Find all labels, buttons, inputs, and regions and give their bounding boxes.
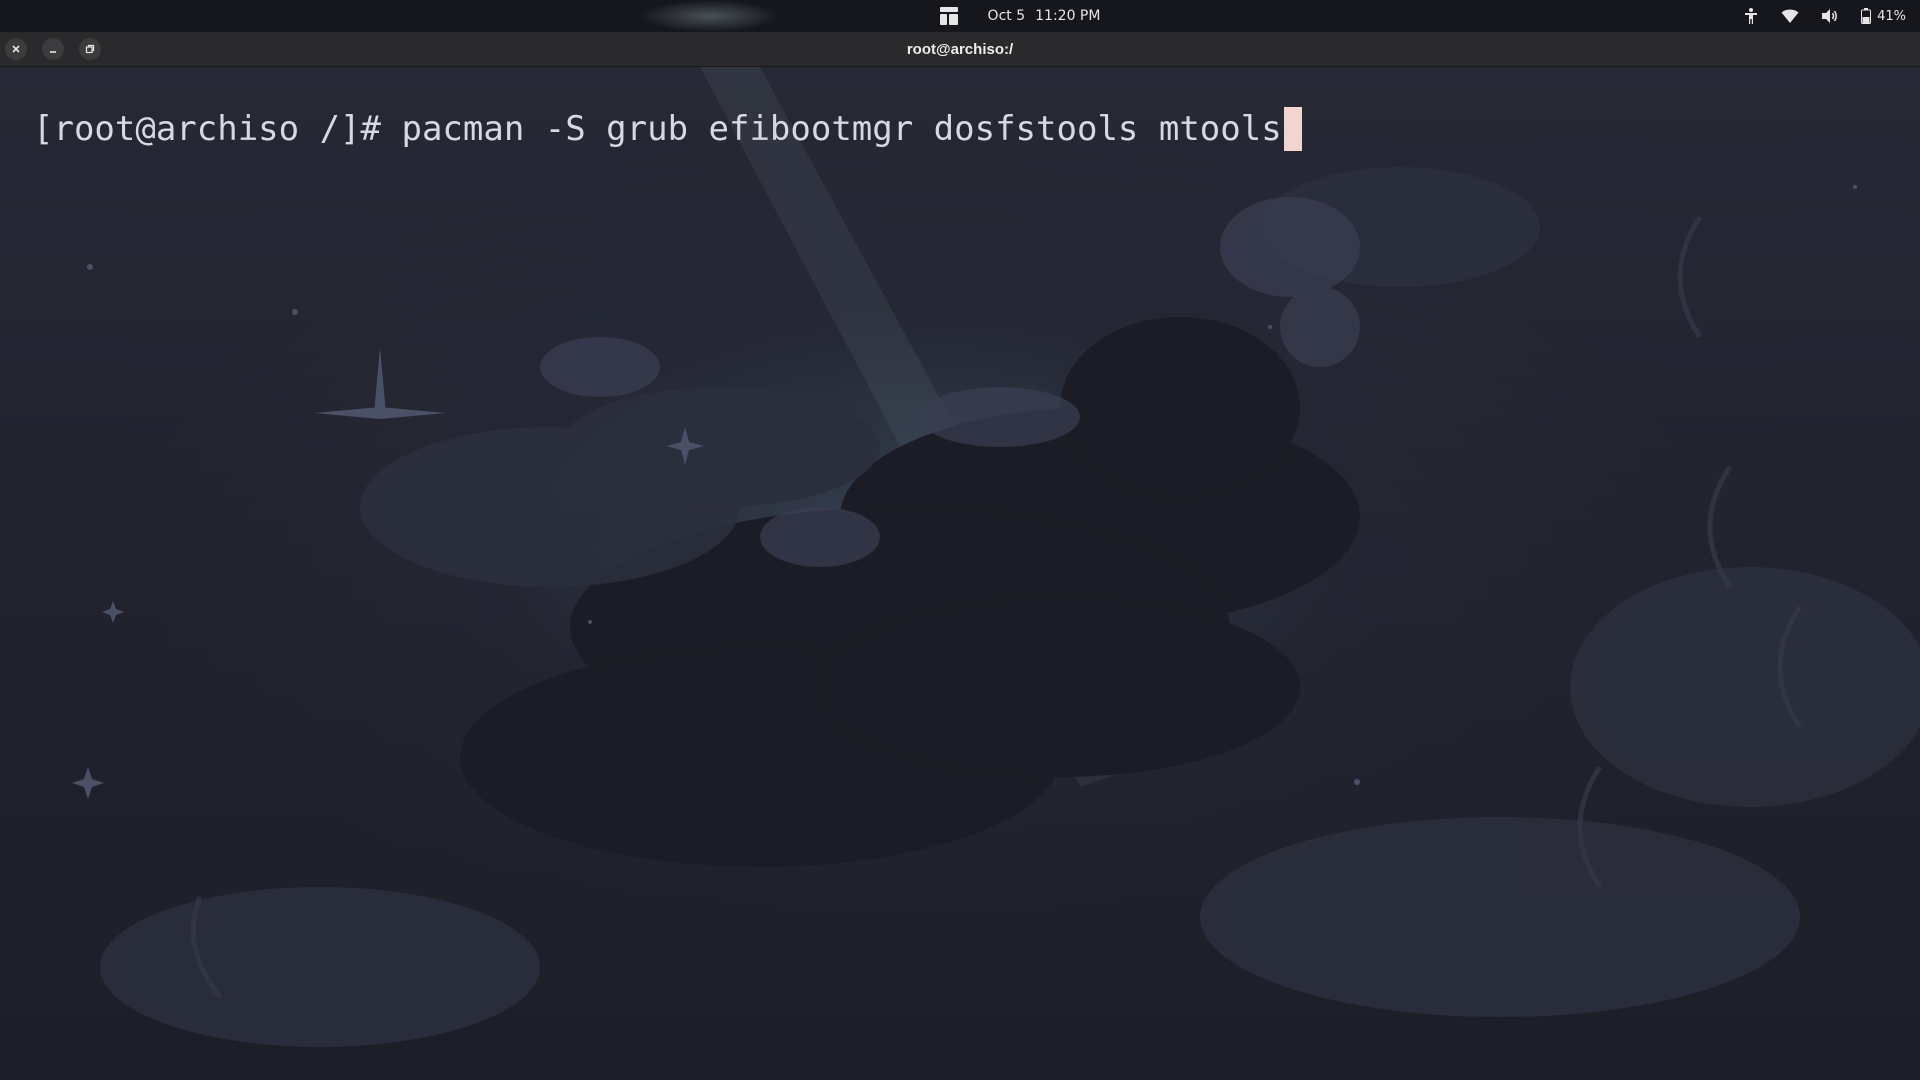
shell-prompt: [root@archiso /]# (33, 109, 402, 149)
accessibility-icon[interactable] (1743, 6, 1759, 26)
top-bar-center: Oct 5 11:20 PM (60, 0, 1920, 32)
clock-date: Oct 5 (987, 8, 1026, 24)
text-cursor (1283, 107, 1302, 151)
window-title: root@archiso:/ (906, 40, 1014, 58)
top-bar: Oct 5 11:20 PM 41% (0, 0, 1920, 32)
command-text[interactable]: pacman -S grub efibootmgr dosfstools mto… (401, 109, 1281, 149)
clock[interactable]: Oct 5 11:20 PM (988, 8, 1101, 24)
command-line[interactable]: [root@archiso /]# pacman -S grub efiboot… (33, 107, 1302, 151)
terminal-view[interactable]: [root@archiso /]# pacman -S grub efiboot… (0, 67, 1920, 1080)
clock-time: 11:20 PM (1035, 8, 1101, 24)
battery-percentage: 41% (1877, 8, 1906, 24)
system-tray[interactable]: 41% (1743, 0, 1906, 32)
volume-icon[interactable] (1821, 6, 1839, 26)
wifi-icon[interactable] (1781, 6, 1799, 26)
battery-icon[interactable] (1861, 6, 1872, 26)
window-titlebar[interactable]: root@archiso:/ (0, 32, 1920, 67)
activities-icon[interactable] (939, 7, 958, 25)
wallpaper-art (72, 67, 1920, 1047)
